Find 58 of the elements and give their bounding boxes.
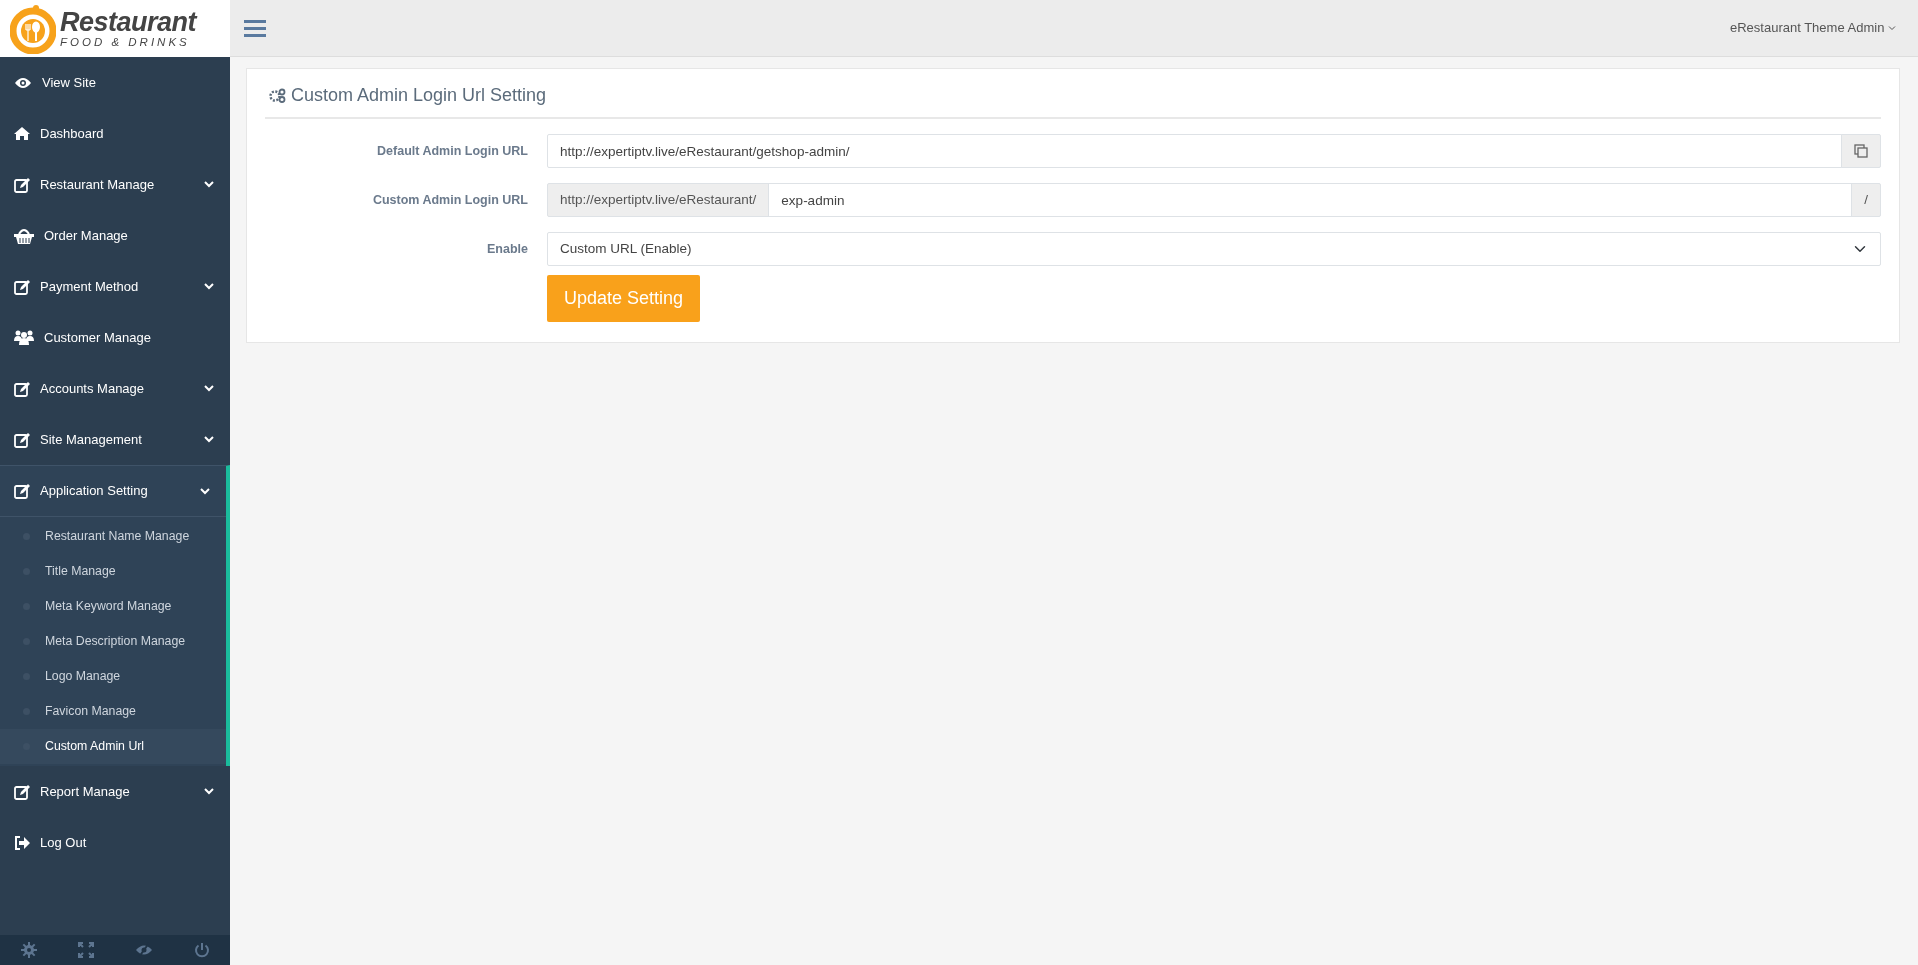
edit-icon bbox=[14, 431, 30, 448]
field-label: Default Admin Login URL bbox=[376, 142, 529, 160]
submenu-item[interactable]: Custom Admin Url bbox=[0, 729, 226, 764]
user-menu[interactable]: eRestaurant Theme Admin bbox=[1730, 18, 1896, 38]
url-suffix: / bbox=[1851, 183, 1881, 217]
chevron-icon bbox=[204, 181, 214, 188]
plate-logo-icon bbox=[10, 3, 56, 54]
edit-icon bbox=[14, 783, 30, 800]
edit-icon bbox=[14, 176, 30, 193]
sidebar-item[interactable]: Application Setting bbox=[0, 466, 226, 517]
users-icon bbox=[14, 330, 34, 345]
submenu-item[interactable]: Meta Description Manage bbox=[0, 624, 226, 659]
gears-icon bbox=[269, 88, 286, 103]
url-input-field[interactable]: http://expertiptv.live/eRestaurant/getshop-admin/ bbox=[547, 134, 1842, 168]
edit-icon bbox=[14, 380, 30, 397]
power-icon[interactable] bbox=[193, 942, 210, 958]
copy-icon bbox=[1854, 144, 1868, 158]
sidebar-item[interactable]: Dashboard bbox=[0, 108, 230, 159]
field-label: Custom Admin Login URL bbox=[371, 191, 529, 209]
enable-select[interactable]: Custom URL (Enable) bbox=[547, 232, 1881, 266]
submenu-item[interactable]: Logo Manage bbox=[0, 659, 226, 694]
logo-subtitle: FOOD & DRINKS bbox=[60, 35, 191, 49]
chevron-icon bbox=[200, 487, 210, 495]
logo-title: Restaurant bbox=[60, 8, 197, 36]
panel-title: Custom Admin Login Url Setting bbox=[291, 84, 547, 107]
field-label: Enable bbox=[486, 240, 529, 258]
url-prefix: http://expertiptv.live/eRestaurant/ bbox=[547, 183, 770, 217]
sidebar-item[interactable]: Accounts Manage bbox=[0, 363, 230, 414]
sidebar-item[interactable]: Log Out bbox=[0, 817, 230, 868]
sidebar-item[interactable]: Customer Manage bbox=[0, 312, 230, 363]
logo[interactable]: Restaurant FOOD & DRINKS bbox=[0, 0, 230, 57]
sidebar-item[interactable]: Report Manage bbox=[0, 766, 230, 817]
edit-icon bbox=[14, 278, 30, 295]
chevron-icon bbox=[204, 436, 214, 443]
slug-input-field[interactable]: exp-admin bbox=[768, 183, 1853, 217]
sidebar-item[interactable]: Site Management bbox=[0, 414, 230, 465]
submenu-item[interactable]: Favicon Manage bbox=[0, 694, 226, 729]
edit-icon bbox=[14, 483, 30, 499]
sidebar-item[interactable]: Payment Method bbox=[0, 261, 230, 312]
chevron-icon bbox=[204, 283, 214, 290]
menu-icon[interactable] bbox=[244, 19, 266, 37]
submenu-item[interactable]: Meta Keyword Manage bbox=[0, 589, 226, 624]
sidebar-item[interactable]: Restaurant Manage bbox=[0, 159, 230, 210]
copy-button[interactable] bbox=[1841, 134, 1881, 168]
eye-slash-icon[interactable] bbox=[134, 942, 153, 958]
caret-icon bbox=[1888, 26, 1896, 32]
basket-icon bbox=[14, 227, 34, 244]
submenu-item[interactable]: Title Manage bbox=[0, 554, 226, 589]
home-icon bbox=[14, 127, 30, 140]
logout-icon bbox=[14, 835, 30, 850]
sidebar-item[interactable]: View Site bbox=[0, 57, 230, 108]
submenu-item[interactable]: Restaurant Name Manage bbox=[0, 519, 226, 554]
chevron-icon bbox=[204, 788, 214, 795]
chevron-icon bbox=[204, 385, 214, 392]
expand-icon[interactable] bbox=[77, 942, 94, 958]
sidebar-item[interactable]: Order Manage bbox=[0, 210, 230, 261]
gear-icon[interactable] bbox=[20, 942, 37, 958]
eye-icon bbox=[14, 76, 32, 89]
